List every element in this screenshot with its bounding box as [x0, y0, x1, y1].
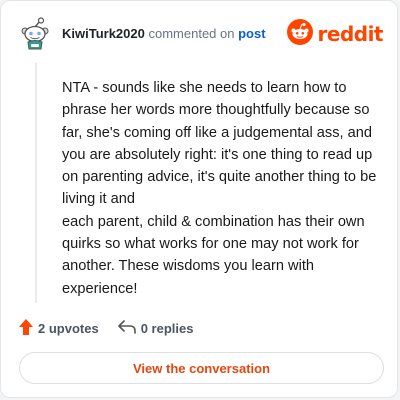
upvote-count-label: 2 upvotes [38, 320, 99, 336]
comment-body: NTA - sounds like she needs to learn how… [62, 77, 384, 300]
username-link[interactable]: KiwiTurk2020 [62, 26, 145, 41]
comment-paragraph: each parent, child & combination has the… [62, 213, 365, 297]
comment-paragraph: NTA - sounds like she needs to learn how… [62, 80, 377, 208]
comment-meta: KiwiTurk2020 commented on post [62, 26, 266, 41]
upvote-count[interactable]: 2 upvotes [19, 318, 99, 338]
comment-header: KiwiTurk2020 commented on post reddit [14, 15, 384, 53]
thread-line [35, 63, 37, 303]
upvote-arrow-icon [19, 318, 38, 338]
reply-count[interactable]: 0 replies [117, 319, 194, 337]
action-text: commented on [148, 26, 235, 41]
reddit-wordmark: reddit [317, 22, 384, 46]
post-link[interactable]: post [238, 26, 265, 41]
snoo-avatar-icon[interactable] [18, 17, 52, 51]
reply-count-label: 0 replies [140, 320, 194, 336]
comment-embed-card: KiwiTurk2020 commented on post reddit NT… [0, 0, 398, 398]
reddit-brand[interactable]: reddit [286, 18, 384, 50]
comment-actions: 2 upvotes 0 replies [19, 317, 193, 339]
reddit-logo-icon [286, 18, 313, 50]
reply-icon [117, 319, 141, 337]
view-conversation-button[interactable]: View the conversation [19, 352, 384, 384]
